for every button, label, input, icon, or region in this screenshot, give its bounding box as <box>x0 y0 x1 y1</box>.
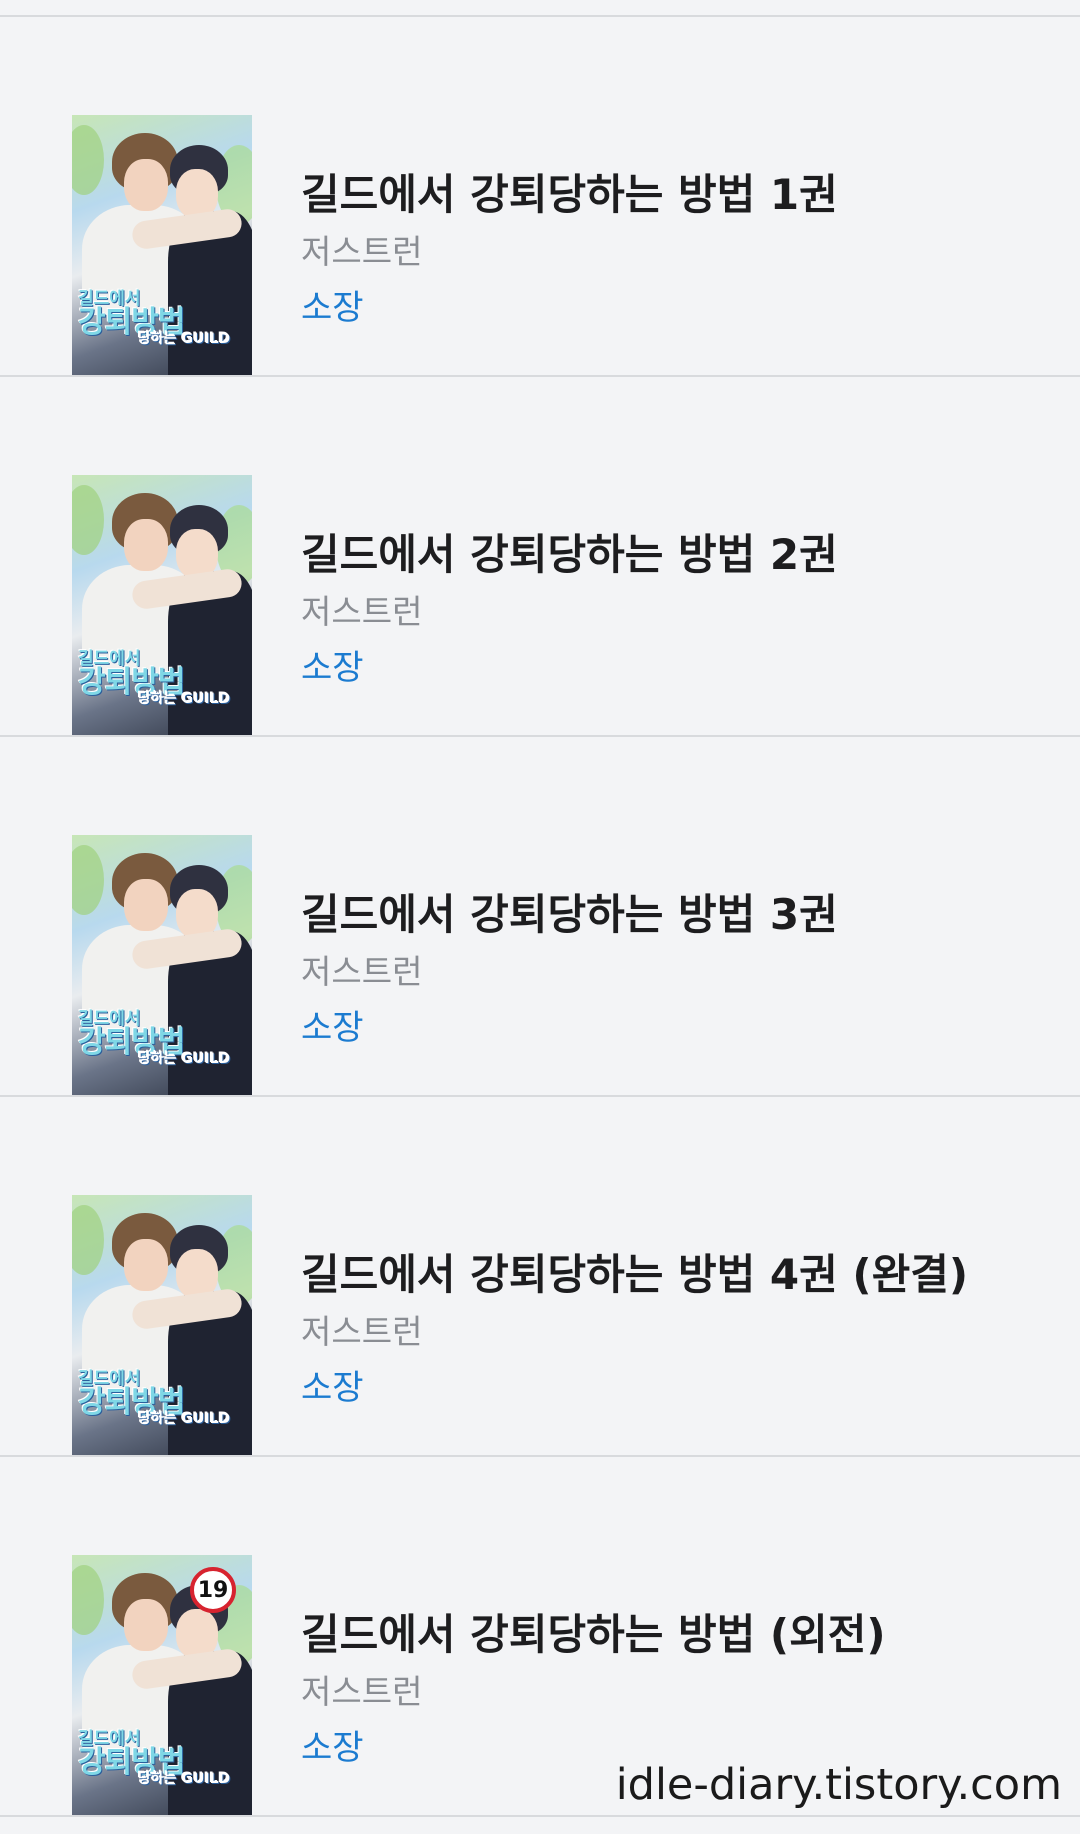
book-cover[interactable]: 길드에서 강퇴방법 당하는 GUILD <box>72 1195 252 1455</box>
cover-logo: 길드에서 강퇴방법 당하는 GUILD <box>78 289 231 347</box>
ownership-status: 소장 <box>301 1008 364 1048</box>
ownership-status: 소장 <box>301 1368 364 1408</box>
book-author: 저스트런 <box>301 592 423 631</box>
cover-logo: 길드에서 강퇴방법 당하는 GUILD <box>78 1009 231 1067</box>
book-title[interactable]: 길드에서 강퇴당하는 방법 2권 <box>301 529 838 581</box>
age-rating-badge: 19 <box>190 1567 236 1613</box>
ownership-status: 소장 <box>301 648 364 688</box>
book-cover[interactable]: 길드에서 강퇴방법 당하는 GUILD <box>72 835 252 1095</box>
book-info: 길드에서 강퇴당하는 방법 1권 저스트런 소장 <box>301 169 838 329</box>
book-info: 길드에서 강퇴당하는 방법 4권 (완결) 저스트런 소장 <box>301 1249 968 1409</box>
book-title[interactable]: 길드에서 강퇴당하는 방법 (외전) <box>301 1609 886 1661</box>
book-list: 길드에서 강퇴방법 당하는 GUILD 길드에서 강퇴당하는 방법 1권 저스트… <box>0 17 1080 1817</box>
book-author: 저스트런 <box>301 1312 423 1351</box>
cover-logo: 길드에서 강퇴방법 당하는 GUILD <box>78 1729 231 1787</box>
ownership-status: 소장 <box>301 288 364 328</box>
book-info: 길드에서 강퇴당하는 방법 2권 저스트런 소장 <box>301 529 838 689</box>
watermark-text: idle-diary.tistory.com <box>615 1760 1062 1810</box>
cover-logo: 길드에서 강퇴방법 당하는 GUILD <box>78 649 231 707</box>
book-title[interactable]: 길드에서 강퇴당하는 방법 4권 (완결) <box>301 1249 968 1301</box>
book-info: 길드에서 강퇴당하는 방법 (외전) 저스트런 소장 <box>301 1609 886 1769</box>
book-item[interactable]: 길드에서 강퇴방법 당하는 GUILD 길드에서 강퇴당하는 방법 3권 저스트… <box>0 737 1080 1097</box>
book-item[interactable]: 길드에서 강퇴방법 당하는 GUILD 길드에서 강퇴당하는 방법 2권 저스트… <box>0 377 1080 737</box>
book-author: 저스트런 <box>301 232 423 271</box>
cover-logo: 길드에서 강퇴방법 당하는 GUILD <box>78 1369 231 1427</box>
book-title[interactable]: 길드에서 강퇴당하는 방법 3권 <box>301 889 838 941</box>
book-info: 길드에서 강퇴당하는 방법 3권 저스트런 소장 <box>301 889 838 1049</box>
book-author: 저스트런 <box>301 952 423 991</box>
book-title[interactable]: 길드에서 강퇴당하는 방법 1권 <box>301 169 838 221</box>
book-cover[interactable]: 길드에서 강퇴방법 당하는 GUILD <box>72 115 252 375</box>
book-cover[interactable]: 길드에서 강퇴방법 당하는 GUILD <box>72 475 252 735</box>
book-item[interactable]: 길드에서 강퇴방법 당하는 GUILD 길드에서 강퇴당하는 방법 1권 저스트… <box>0 17 1080 377</box>
book-author: 저스트런 <box>301 1672 423 1711</box>
book-item[interactable]: 길드에서 강퇴방법 당하는 GUILD 길드에서 강퇴당하는 방법 4권 (완결… <box>0 1097 1080 1457</box>
book-cover[interactable]: 길드에서 강퇴방법 당하는 GUILD 19 <box>72 1555 252 1815</box>
